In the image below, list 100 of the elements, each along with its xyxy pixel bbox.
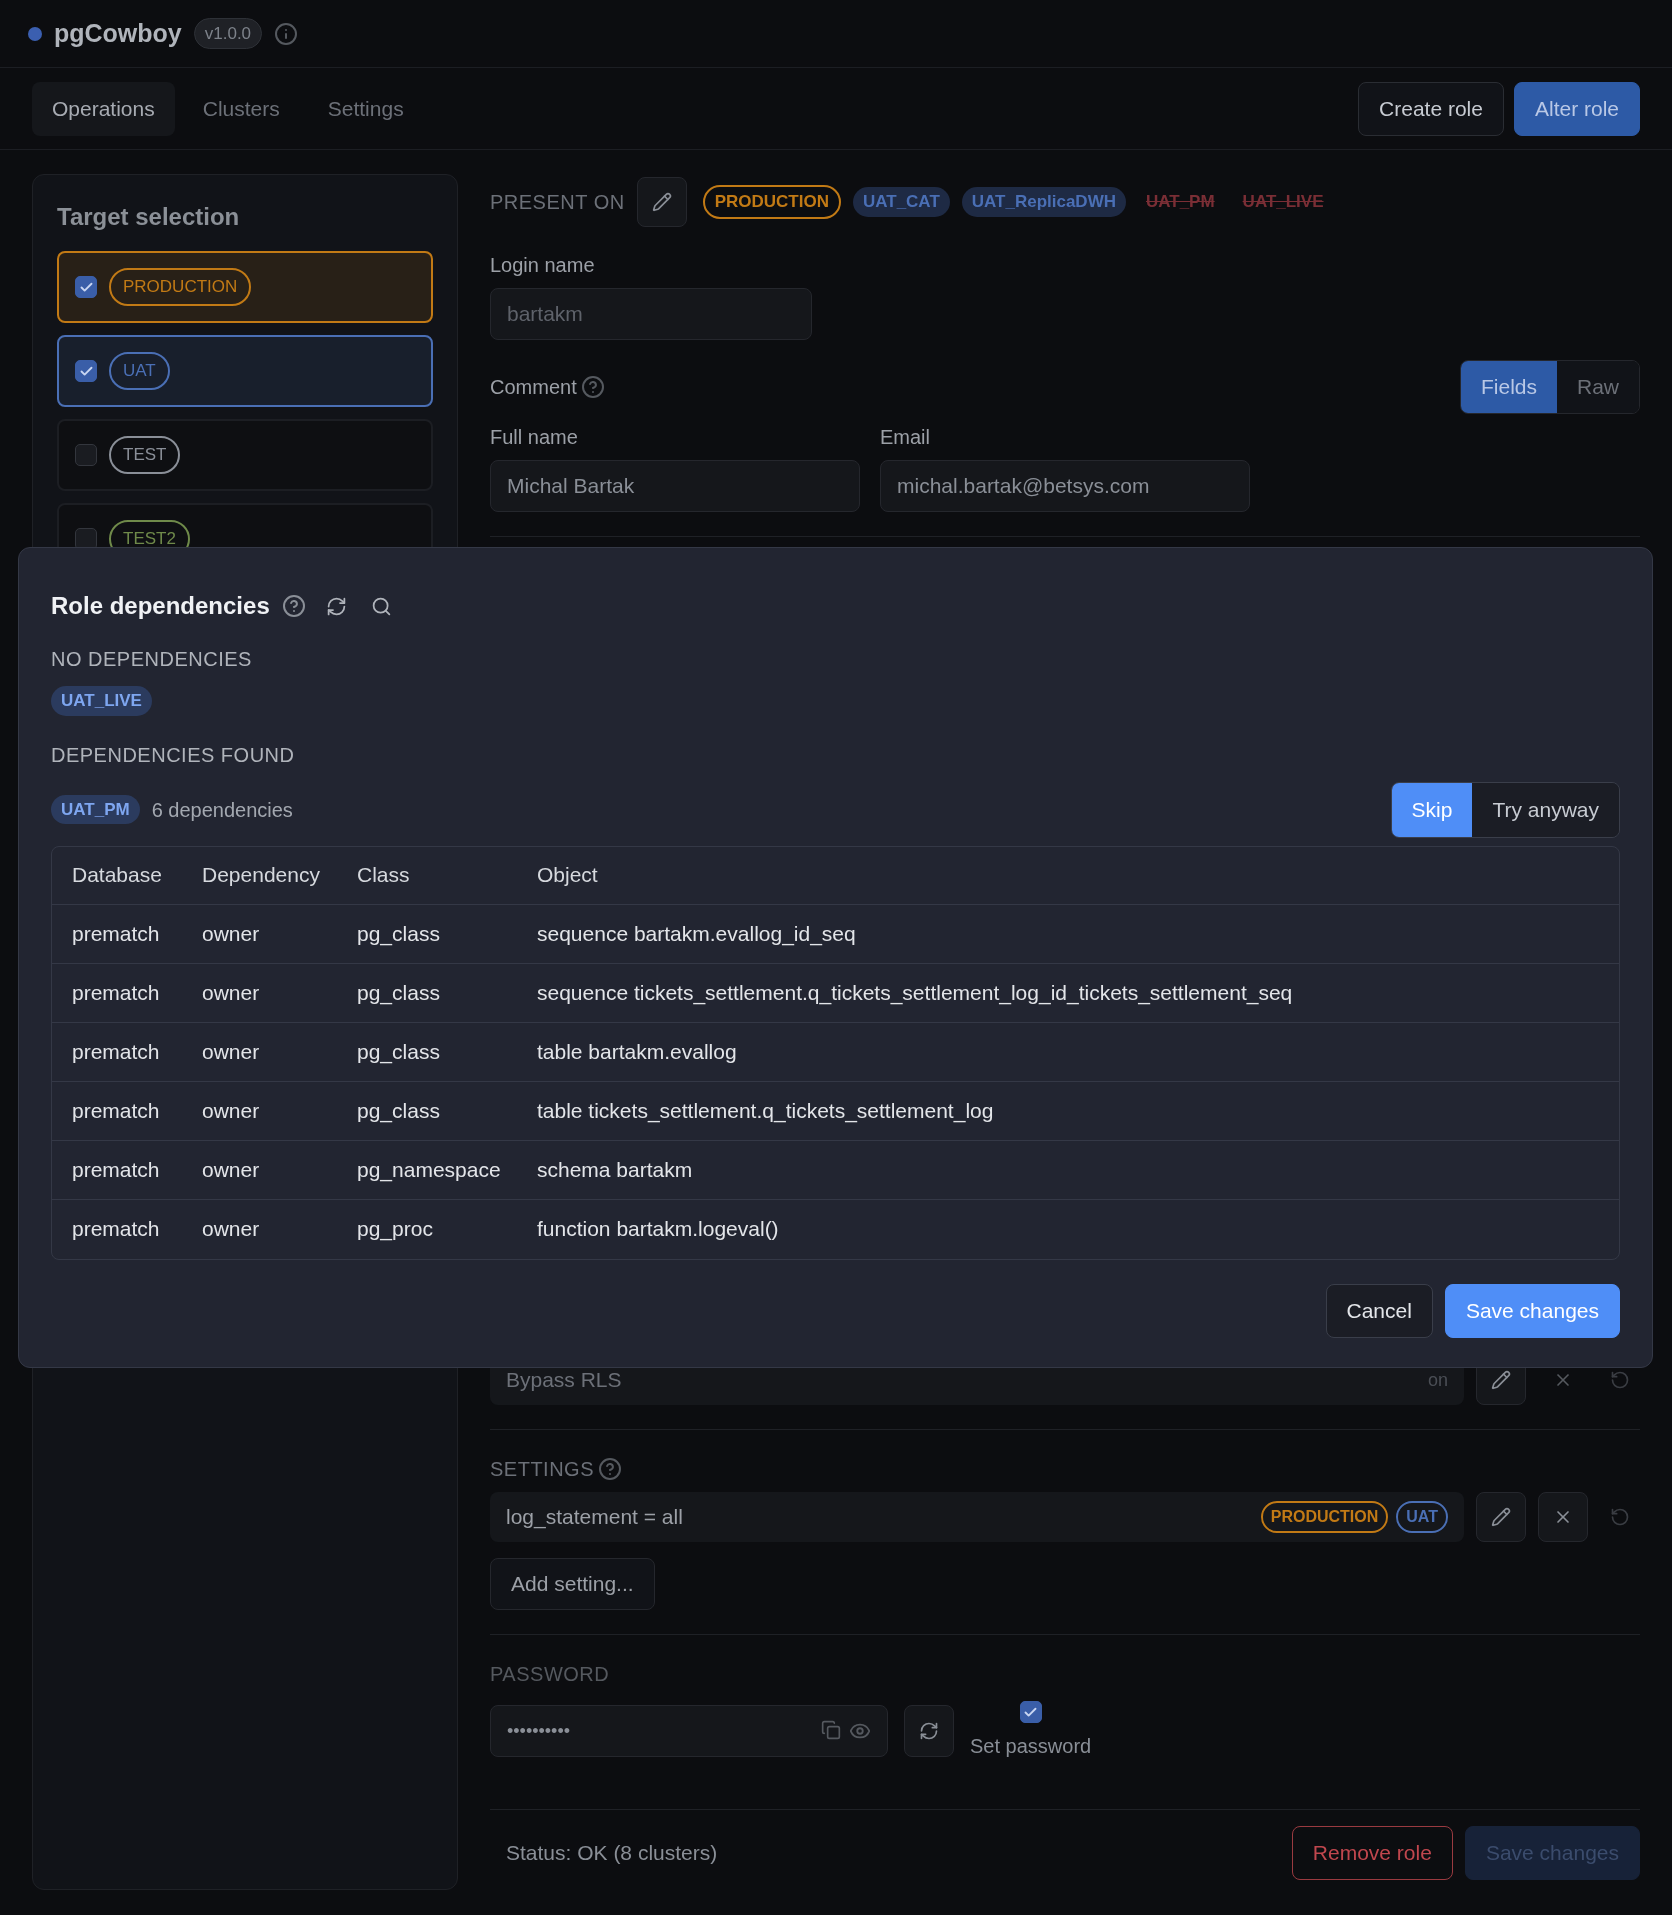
table-cell-text: pg_class xyxy=(357,1097,440,1125)
table-cell-text: sequence tickets_settlement.q_tickets_settlement_log_id_tickets_settlement_seq xyxy=(537,979,1293,1007)
refresh-icon xyxy=(919,1721,939,1741)
cluster-tag: UAT_LIVE xyxy=(51,686,152,716)
table-cell-text: owner xyxy=(202,979,260,1006)
table-cell-text: owner xyxy=(202,1097,260,1124)
table-cell-text: owner xyxy=(202,920,260,947)
email-field[interactable]: michal.bartak@betsys.com xyxy=(880,460,1250,512)
search-icon[interactable] xyxy=(370,595,392,617)
edit-button[interactable] xyxy=(636,177,687,227)
table-cell-text: prematch xyxy=(72,1097,160,1124)
cluster-tag: UAT_ReplicaDWH xyxy=(961,187,1126,217)
pencil-icon xyxy=(1491,1507,1511,1527)
section-label: PRESENT ON xyxy=(490,190,625,215)
column-header: Database xyxy=(72,862,162,889)
table-cell-text: prematch xyxy=(72,920,160,947)
table-cell-text: sequence bartakm.evallog_id_seq xyxy=(537,920,856,948)
regenerate-button[interactable] xyxy=(904,1705,954,1757)
table-cell-text: prematch xyxy=(72,1156,160,1183)
undo-icon xyxy=(1610,1507,1630,1527)
checkbox[interactable] xyxy=(75,276,97,298)
refresh-icon[interactable] xyxy=(325,595,347,617)
checkbox[interactable] xyxy=(75,444,97,466)
section-label: DEPENDENCIES FOUND xyxy=(51,742,296,768)
version-badge: v1.0.0 xyxy=(193,17,263,50)
field-label: Login name xyxy=(490,253,596,278)
full-name-field[interactable]: Michal Bartak xyxy=(490,460,860,512)
cluster-item[interactable]: UAT xyxy=(57,335,433,407)
dialog-button[interactable]: Save changes xyxy=(1444,1283,1620,1338)
cluster-tag: PRODUCTION xyxy=(1260,1501,1389,1533)
table-cell-text: pg_namespace xyxy=(357,1156,501,1184)
table-cell-text: pg_proc xyxy=(357,1216,433,1243)
checkbox-label: Set password xyxy=(970,1734,1092,1759)
column-header: Dependency xyxy=(202,862,320,889)
help-icon[interactable] xyxy=(598,1457,622,1481)
cluster-tag: UAT_LIVE xyxy=(1234,187,1332,217)
mode-option[interactable]: Raw xyxy=(1557,361,1639,413)
help-icon[interactable] xyxy=(281,594,306,618)
nav-tab[interactable]: Settings xyxy=(307,81,424,136)
mode-option[interactable]: Skip xyxy=(1391,782,1473,837)
checkbox[interactable] xyxy=(75,360,97,382)
column-header: Object xyxy=(537,862,598,889)
action-button[interactable]: Remove role xyxy=(1291,1826,1453,1880)
dependency-count: 6 dependencies xyxy=(151,797,293,823)
checkbox[interactable] xyxy=(1019,1701,1042,1723)
section-label: NO DEPENDENCIES xyxy=(51,647,253,672)
copy-icon[interactable] xyxy=(821,1720,841,1740)
action-button[interactable]: Alter role xyxy=(1513,81,1640,136)
table-cell-text: prematch xyxy=(72,979,160,1006)
cluster-tag: PRODUCTION xyxy=(109,268,252,306)
help-icon[interactable] xyxy=(580,375,605,399)
table-cell-text: pg_class xyxy=(357,1038,440,1066)
setting-value: on xyxy=(1427,1368,1448,1392)
cluster-tag: UAT xyxy=(1396,1501,1448,1533)
cluster-item[interactable]: TEST xyxy=(57,419,433,491)
app-name: pgCowboy xyxy=(54,17,182,49)
mode-option[interactable]: Try anyway xyxy=(1472,782,1619,837)
table-cell-text: function bartakm.logeval() xyxy=(537,1216,779,1243)
column-header: Class xyxy=(357,862,410,889)
table-cell-text: owner xyxy=(202,1216,260,1243)
action-button[interactable]: Create role xyxy=(1358,81,1504,136)
cluster-tag: TEST xyxy=(109,436,181,474)
table-cell-text: pg_class xyxy=(357,920,440,948)
panel-title: Target selection xyxy=(57,202,241,232)
add-setting-button[interactable]: Add setting... xyxy=(490,1558,655,1610)
field-label: Comment xyxy=(490,375,577,400)
dialog-title: Role dependencies xyxy=(51,591,270,621)
cluster-tag: UAT xyxy=(109,352,170,390)
section-label: SETTINGS xyxy=(490,1457,594,1482)
undo-icon xyxy=(1610,1370,1630,1390)
mode-option[interactable]: Fields xyxy=(1460,361,1557,413)
cluster-tag: PRODUCTION xyxy=(702,185,841,219)
login-name-field[interactable]: bartakm xyxy=(490,288,812,340)
table-cell-text: table bartakm.evallog xyxy=(537,1038,737,1065)
table-cell-text: owner xyxy=(202,1038,260,1065)
table-cell-text: schema bartakm xyxy=(537,1156,693,1183)
nav-tab[interactable]: Clusters xyxy=(182,81,300,136)
table-cell-text: owner xyxy=(202,1156,260,1183)
checkbox[interactable] xyxy=(75,528,97,550)
setting-text: Bypass RLS xyxy=(506,1367,622,1394)
password-field[interactable]: •••••••••• xyxy=(490,1705,888,1757)
cluster-item[interactable]: PRODUCTION xyxy=(57,251,433,323)
table-cell-text: prematch xyxy=(72,1038,160,1065)
section-label: PASSWORD xyxy=(490,1662,611,1687)
dialog-button[interactable]: Cancel xyxy=(1325,1283,1433,1338)
close-button[interactable] xyxy=(1538,1492,1588,1542)
cluster-tag: UAT_CAT xyxy=(852,187,950,217)
table-cell-text: table tickets_settlement.q_tickets_settlement_log xyxy=(537,1097,994,1125)
pencil-icon xyxy=(1491,1370,1511,1390)
edit-button[interactable] xyxy=(1476,1492,1526,1542)
table-cell-text: prematch xyxy=(72,1216,160,1243)
cluster-tag: UAT_PM xyxy=(1137,187,1223,217)
field-label: Full name xyxy=(490,425,579,450)
status-text: Status: OK (8 clusters) xyxy=(506,1840,718,1867)
nav-tab[interactable]: Operations xyxy=(32,81,175,136)
info-icon[interactable] xyxy=(274,21,299,46)
field-label: Email xyxy=(880,425,931,450)
cluster-tag: UAT_PM xyxy=(51,794,140,825)
setting-text: log_statement = all xyxy=(506,1504,683,1531)
table-cell-text: pg_class xyxy=(357,979,440,1007)
